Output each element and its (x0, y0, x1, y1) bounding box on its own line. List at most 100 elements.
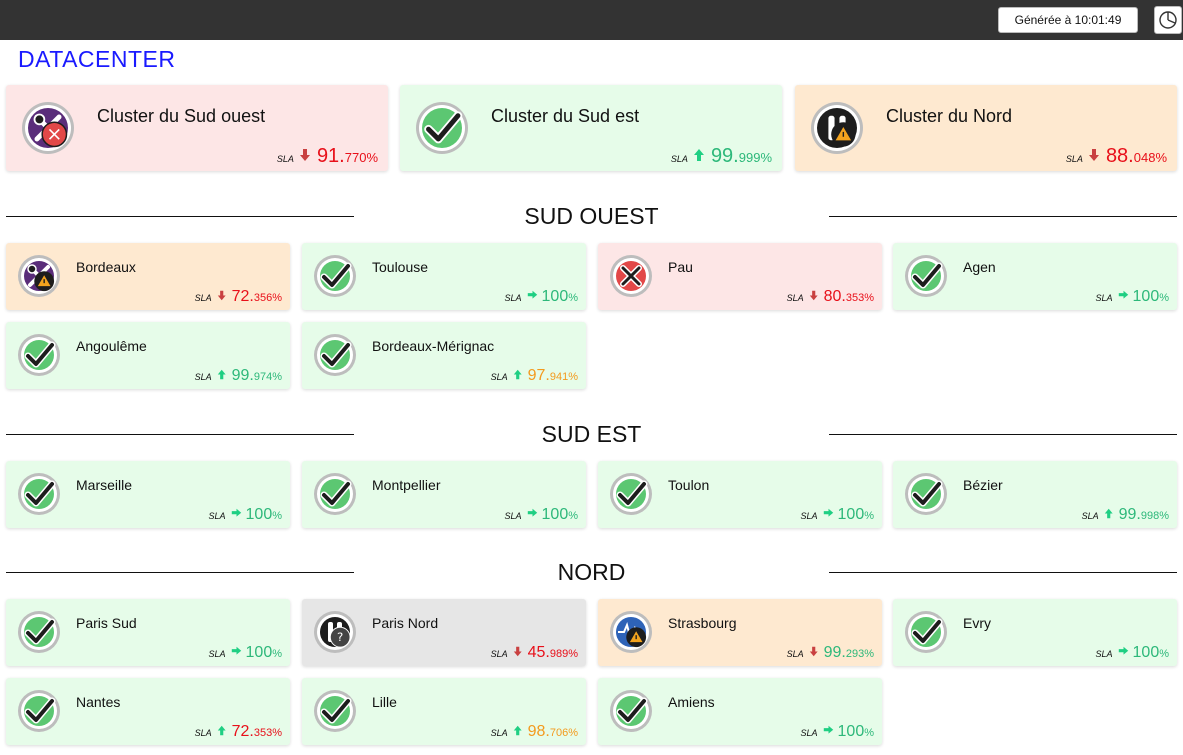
site-card[interactable]: Bordeaux-Mérignac SLA 97. 941% (302, 322, 586, 389)
site-card[interactable]: Paris Sud SLA 100% (6, 599, 290, 666)
sla-decimal: % (568, 292, 578, 304)
check-icon (313, 333, 363, 383)
sla-integer: 98. (527, 723, 550, 740)
site-name: Nantes (76, 694, 121, 710)
sla-label: SLA (490, 649, 508, 659)
sla-decimal: 353% (253, 727, 282, 739)
site-card[interactable]: Pau SLA 80. 353% (598, 243, 882, 310)
cluster-card[interactable]: Cluster du Sud ouest SLA 91. 770% (6, 85, 388, 171)
sla-integer: 100 (541, 506, 569, 523)
sla-label: SLA (490, 372, 508, 382)
site-name: Paris Nord (372, 615, 439, 631)
sla-value: SLA 98. 706% (491, 723, 578, 741)
sla-value: SLA 100% (801, 723, 875, 741)
trend-up-icon (1104, 506, 1119, 524)
generated-time-button[interactable]: Générée à 10:01:49 (998, 7, 1138, 33)
site-name: Montpellier (372, 477, 441, 493)
site-name: Pau (668, 259, 693, 275)
site-card[interactable]: Marseille SLA 100% (6, 461, 290, 528)
site-name: Toulon (668, 477, 710, 493)
cross-icon (609, 254, 659, 304)
cluster-card[interactable]: Cluster du Nord SLA 88. 048% (795, 85, 1177, 171)
sla-label: SLA (800, 728, 818, 738)
site-card[interactable]: Lille SLA 98. 706% (302, 678, 586, 745)
site-card[interactable]: Bézier SLA 99. 998% (893, 461, 1177, 528)
site-card[interactable]: Agen SLA 100% (893, 243, 1177, 310)
sla-label: SLA (1095, 649, 1113, 659)
sla-decimal: % (568, 510, 578, 522)
sla-label: SLA (194, 293, 212, 303)
pulse-warning-icon (609, 610, 659, 660)
sla-decimal: 356% (253, 292, 282, 304)
check-icon (313, 689, 363, 739)
cluster-card[interactable]: Cluster du Sud est SLA 99. 999% (400, 85, 782, 171)
site-card[interactable]: Toulouse SLA 100% (302, 243, 586, 310)
sla-integer: 80. (823, 288, 846, 305)
sla-value: SLA 72. 356% (195, 288, 282, 306)
sla-integer: 88. (1105, 145, 1134, 167)
trend-right-icon (1118, 288, 1133, 306)
site-card[interactable]: Evry SLA 100% (893, 599, 1177, 666)
sla-integer: 97. (527, 367, 550, 384)
sla-value: SLA 72. 353% (195, 723, 282, 741)
sla-label: SLA (276, 154, 294, 164)
svg-text:?: ? (337, 630, 343, 644)
site-card[interactable]: Nantes SLA 72. 353% (6, 678, 290, 745)
site-name: Agen (963, 259, 996, 275)
site-name: Bordeaux-Mérignac (372, 338, 495, 354)
sla-integer: 99. (1118, 506, 1141, 523)
site-name: Paris Sud (76, 615, 137, 631)
sla-decimal: 974% (253, 371, 282, 383)
site-card[interactable]: Toulon SLA 100% (598, 461, 882, 528)
site-card[interactable]: Montpellier SLA 100% (302, 461, 586, 528)
sla-integer: 100 (1132, 288, 1160, 305)
sla-decimal: % (864, 727, 874, 739)
sla-integer: 99. (823, 644, 846, 661)
pie-chart-button[interactable] (1154, 6, 1182, 34)
sla-value: SLA 100% (209, 506, 283, 524)
check-icon (17, 689, 67, 739)
sla-label: SLA (504, 511, 522, 521)
sla-decimal: 293% (845, 648, 874, 660)
sla-integer: 100 (837, 506, 865, 523)
sla-value: SLA 100% (1096, 288, 1170, 306)
sla-value: SLA 100% (209, 644, 283, 662)
pie-chart-icon (1159, 11, 1177, 29)
site-card[interactable]: Strasbourg SLA 99. 293% (598, 599, 882, 666)
trend-down-icon (809, 644, 824, 662)
site-name: Amiens (668, 694, 715, 710)
cluster-name: Cluster du Nord (886, 106, 1013, 126)
sla-integer: 100 (837, 723, 865, 740)
check-icon (904, 610, 954, 660)
maintenance-critical-icon (21, 101, 81, 161)
check-icon (17, 610, 67, 660)
site-card[interactable]: ? Paris Nord SLA 45. 989% (302, 599, 586, 666)
sla-value: SLA 99. 293% (787, 644, 874, 662)
check-icon (609, 472, 659, 522)
sla-label: SLA (194, 372, 212, 382)
site-name: Lille (372, 694, 397, 710)
site-card[interactable]: Angoulême SLA 99. 974% (6, 322, 290, 389)
trend-down-icon (1088, 148, 1106, 167)
check-icon (17, 333, 67, 383)
trend-up-icon (513, 723, 528, 741)
sla-decimal: % (1159, 292, 1169, 304)
site-card[interactable]: Bordeaux SLA 72. 356% (6, 243, 290, 310)
trend-down-icon (299, 148, 317, 167)
sla-integer: 100 (1132, 644, 1160, 661)
sla-value: SLA 99. 998% (1082, 506, 1169, 524)
site-card[interactable]: Amiens SLA 100% (598, 678, 882, 745)
sla-label: SLA (194, 728, 212, 738)
site-name: Toulouse (372, 259, 429, 275)
sla-value: SLA 100% (801, 506, 875, 524)
trend-down-icon (513, 644, 528, 662)
sla-value: SLA 45. 989% (491, 644, 578, 662)
sla-decimal: 999% (738, 150, 772, 165)
sla-value: SLA 88. 048% (1066, 145, 1167, 168)
sla-integer: 72. (231, 288, 254, 305)
sla-label: SLA (208, 649, 226, 659)
sla-decimal: % (272, 648, 282, 660)
trend-right-icon (231, 644, 246, 662)
page-title: DATACENTER (18, 46, 176, 72)
check-icon (904, 472, 954, 522)
